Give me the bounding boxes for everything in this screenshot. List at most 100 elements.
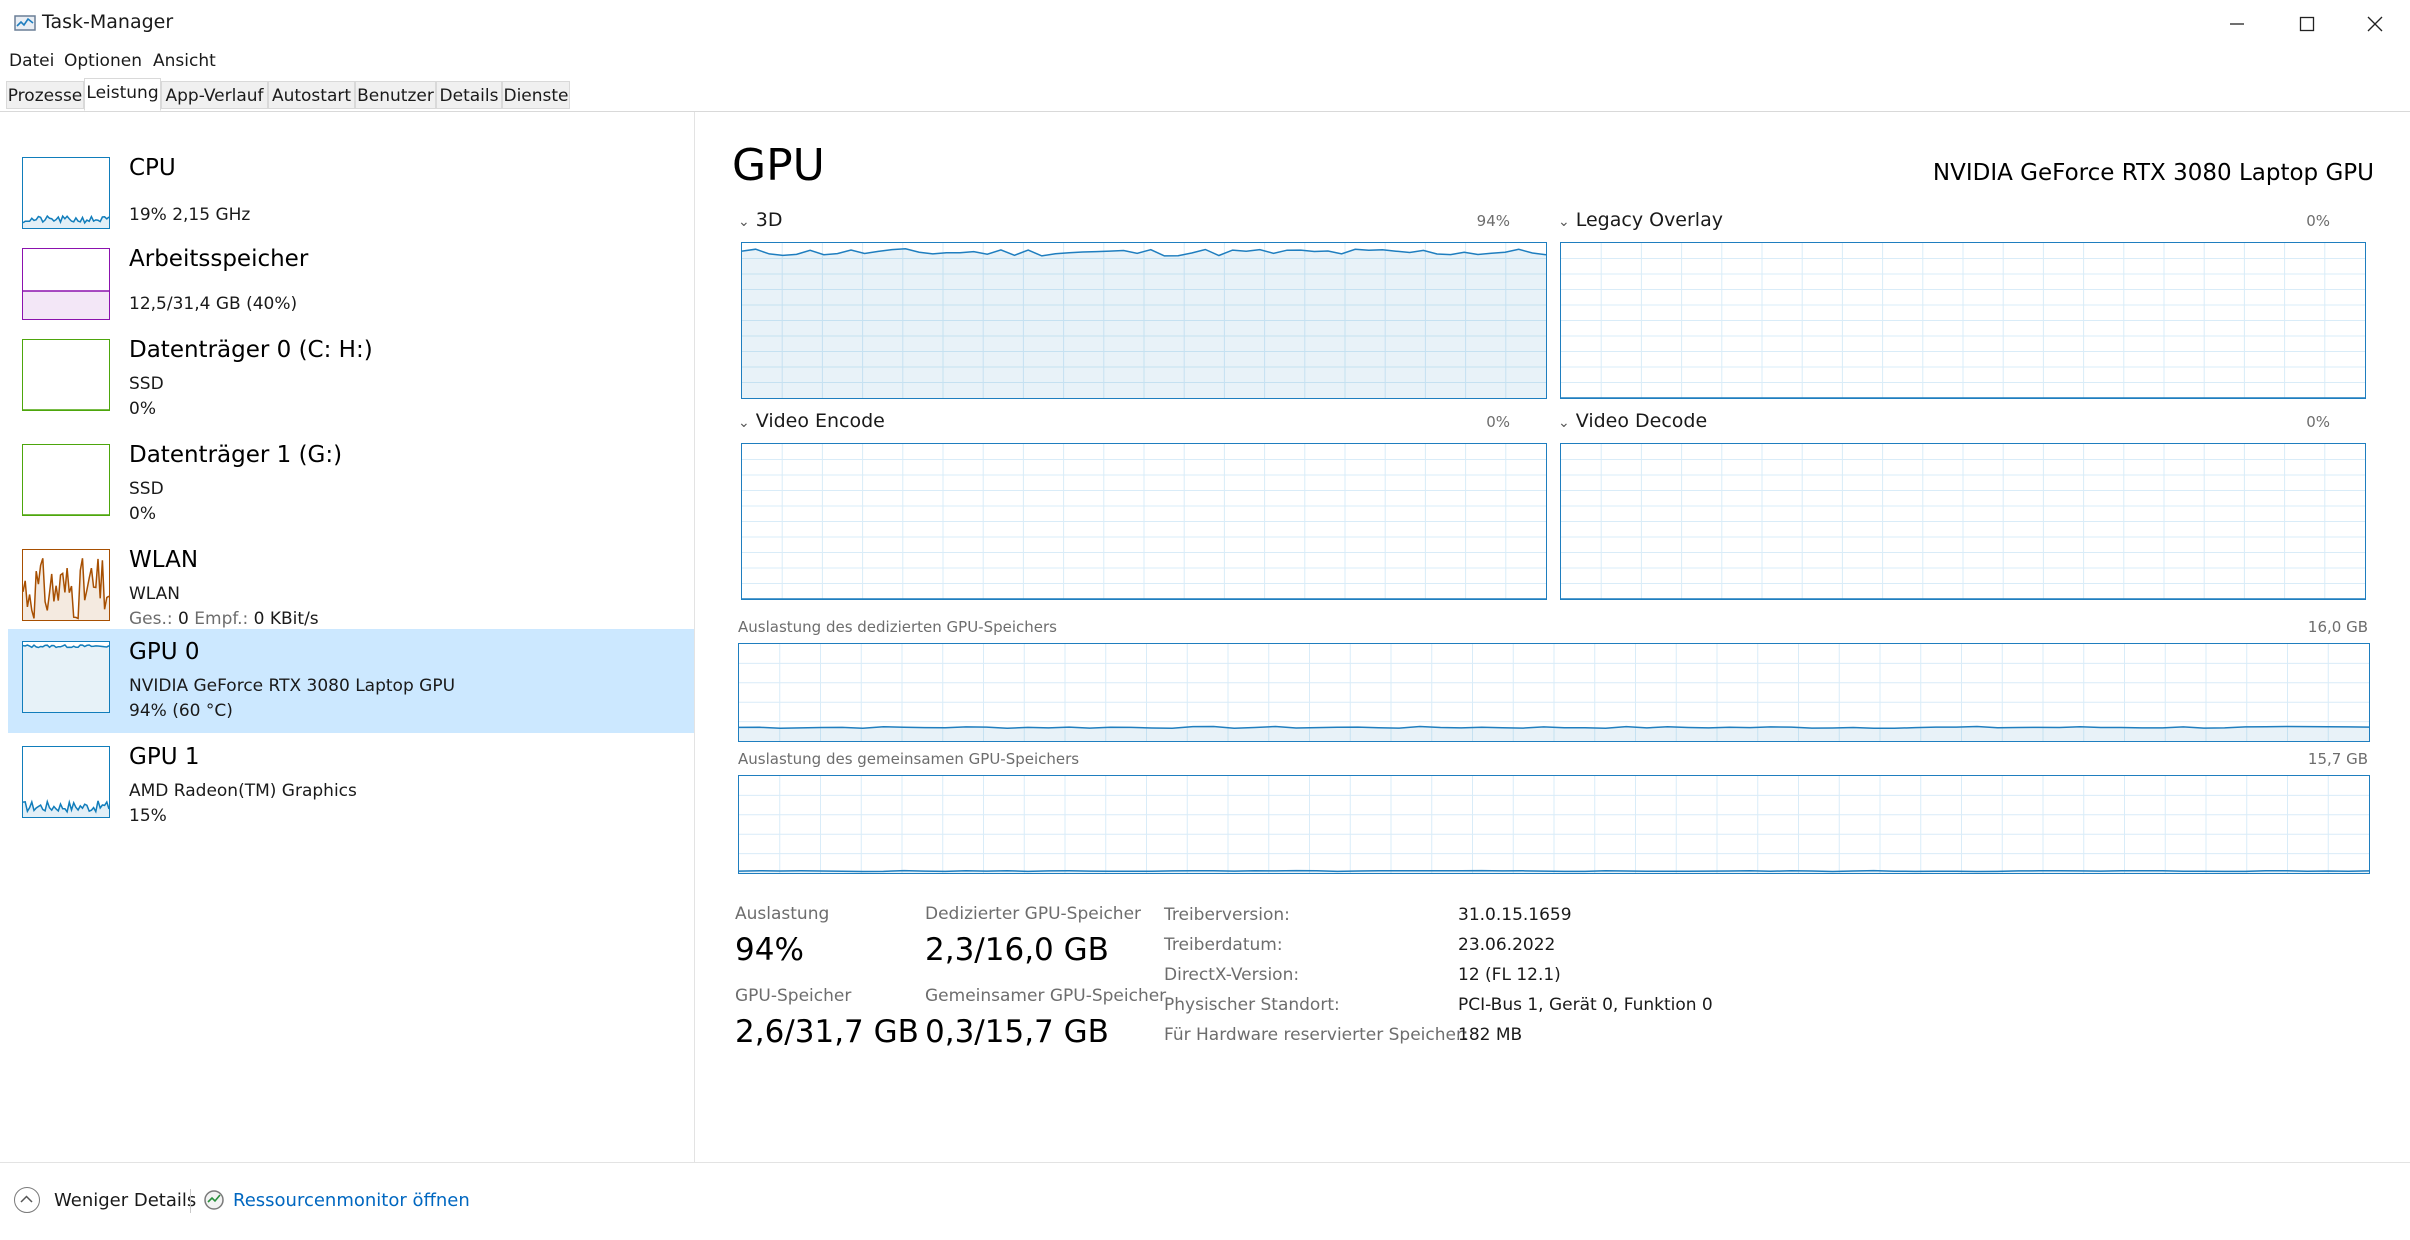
dedicated-memory-stat-label: Dedizierter GPU-Speicher <box>925 904 1142 924</box>
info-value: 182 MB <box>1458 1025 1523 1045</box>
fewer-details-button[interactable]: Weniger Details <box>54 1190 196 1211</box>
shared-memory-stat-label: Gemeinsamer GPU-Speicher <box>925 986 1167 1006</box>
sidebar-item-title: GPU 1 <box>129 744 200 770</box>
gpu-memory-stat-label: GPU-Speicher <box>735 986 852 1006</box>
resource-monitor-icon <box>204 1190 224 1210</box>
info-key: Physischer Standort: <box>1164 995 1340 1015</box>
maximize-icon <box>2299 16 2315 32</box>
tab-benutzer[interactable]: Benutzer <box>355 81 436 109</box>
engine-pct: 94% <box>1476 212 1510 230</box>
disk0-thumbnail-graph <box>22 339 110 411</box>
tab-dienste[interactable]: Dienste <box>502 81 570 109</box>
sidebar-item-usage: 94% (60 °C) <box>129 701 233 721</box>
engine-graph-video-decode <box>1560 443 2366 600</box>
info-key: Für Hardware reservierter Speicher: <box>1164 1025 1469 1045</box>
chevron-down-icon: ⌄ <box>738 415 750 431</box>
tab-bar: Prozesse Leistung App-Verlauf Autostart … <box>0 77 2410 112</box>
engine-name: Video Encode <box>755 410 885 432</box>
gpu1-thumbnail-graph <box>22 746 110 818</box>
sidebar-item-title: WLAN <box>129 547 199 573</box>
tab-autostart[interactable]: Autostart <box>268 81 355 109</box>
chevron-up-icon[interactable] <box>14 1187 40 1213</box>
gpu-memory-stat-value: 2,6/31,7 GB <box>735 1014 919 1050</box>
sidebar-item-title: Datenträger 1 (G:) <box>129 442 343 468</box>
sidebar-item-cpu[interactable]: CPU 19% 2,15 GHz <box>8 145 694 249</box>
page-title: GPU <box>732 140 825 191</box>
sidebar-item-disk-0[interactable]: Datenträger 0 (C: H:) SSD 0% <box>8 327 694 431</box>
engine-3d-area <box>742 248 1546 398</box>
memory-thumb-fill <box>23 291 109 319</box>
tab-prozesse[interactable]: Prozesse <box>6 81 84 109</box>
engine-graph-legacy-overlay <box>1560 242 2366 399</box>
tab-leistung[interactable]: Leistung <box>84 78 161 111</box>
engine-pct: 0% <box>1486 413 1510 431</box>
send-value: 0 <box>178 609 189 629</box>
sidebar-item-detail: SSD <box>129 374 164 394</box>
sidebar-item-detail: SSD <box>129 479 164 499</box>
engine-name: Video Decode <box>1575 410 1708 432</box>
sidebar-item-wlan[interactable]: WLAN WLAN Ges.: 0 Empf.: 0 KBit/s <box>8 537 694 641</box>
memory-thumbnail-graph <box>22 248 110 320</box>
shared-memory-line <box>739 869 2369 873</box>
info-value: 12 (FL 12.1) <box>1458 965 1561 985</box>
window-title: Task-Manager <box>42 11 174 33</box>
sidebar-item-usage: 15% <box>129 806 167 826</box>
sidebar-item-title: Arbeitsspeicher <box>129 246 309 272</box>
tab-app-verlauf[interactable]: App-Verlauf <box>161 81 268 109</box>
engine-pct: 0% <box>2306 413 2330 431</box>
engine-graph-video-encode <box>741 443 1547 600</box>
info-key: Treiberversion: <box>1164 905 1290 925</box>
info-key: Treiberdatum: <box>1164 935 1283 955</box>
disk1-thumbnail-graph <box>22 444 110 516</box>
recv-value: 0 KBit/s <box>253 609 319 629</box>
engine-name: Legacy Overlay <box>1575 209 1723 231</box>
sidebar-item-usage: 0% <box>129 399 156 419</box>
engine-selector-video-decode[interactable]: ⌄ Video Decode <box>1558 410 1707 432</box>
title-bar[interactable]: Task-Manager <box>0 0 2410 48</box>
utilization-value: 94% <box>735 932 804 968</box>
engine-selector-3d[interactable]: ⌄ 3D <box>738 209 782 231</box>
send-label: Ges.: <box>129 609 173 629</box>
sidebar-item-detail: 19% 2,15 GHz <box>129 205 251 225</box>
engine-selector-video-encode[interactable]: ⌄ Video Encode <box>738 410 885 432</box>
sidebar-item-title: Datenträger 0 (C: H:) <box>129 337 373 363</box>
sidebar-item-disk-1[interactable]: Datenträger 1 (G:) SSD 0% <box>8 432 694 536</box>
info-value: 31.0.15.1659 <box>1458 905 1572 925</box>
sidebar-item-memory[interactable]: Arbeitsspeicher 12,5/31,4 GB (40%) <box>8 236 694 340</box>
menu-optionen[interactable]: Optionen <box>64 48 142 74</box>
info-key: DirectX-Version: <box>1164 965 1300 985</box>
sidebar-item-detail: NVIDIA GeForce RTX 3080 Laptop GPU <box>129 676 456 696</box>
sidebar-item-detail: 12,5/31,4 GB (40%) <box>129 294 298 314</box>
close-button[interactable] <box>2340 0 2410 48</box>
wlan-thumbnail-graph <box>22 549 110 621</box>
footer-bar: Weniger Details Ressourcenmonitor öffnen <box>0 1162 2410 1240</box>
engine-selector-legacy-overlay[interactable]: ⌄ Legacy Overlay <box>1558 209 1723 231</box>
task-manager-icon <box>14 15 36 31</box>
gpu0-thumb-area <box>23 644 109 712</box>
minimize-icon <box>2230 23 2244 25</box>
sidebar-item-detail: AMD Radeon(TM) Graphics <box>129 781 357 801</box>
maximize-button[interactable] <box>2272 0 2342 48</box>
engine-graph-3d <box>741 242 1547 399</box>
chevron-down-icon: ⌄ <box>1558 415 1570 431</box>
dedicated-memory-area <box>739 726 2369 741</box>
sidebar-item-usage: 0% <box>129 504 156 524</box>
dedicated-memory-label: Auslastung des dedizierten GPU-Speichers <box>738 618 1057 636</box>
sidebar-item-gpu-0[interactable]: GPU 0 NVIDIA GeForce RTX 3080 Laptop GPU… <box>8 629 694 733</box>
chevron-down-icon: ⌄ <box>1558 214 1570 230</box>
menu-datei[interactable]: Datei <box>9 48 54 74</box>
sidebar-item-gpu-1[interactable]: GPU 1 AMD Radeon(TM) Graphics 15% <box>8 734 694 838</box>
shared-memory-max: 15,7 GB <box>2307 750 2368 768</box>
info-value: PCI-Bus 1, Gerät 0, Funktion 0 <box>1458 995 1713 1015</box>
shared-memory-graph <box>738 775 2370 874</box>
dedicated-memory-stat-value: 2,3/16,0 GB <box>925 932 1109 968</box>
minimize-button[interactable] <box>2202 0 2272 48</box>
chevron-down-icon: ⌄ <box>738 214 750 230</box>
resource-monitor-link[interactable]: Ressourcenmonitor öffnen <box>233 1190 470 1211</box>
menu-ansicht[interactable]: Ansicht <box>153 48 216 74</box>
engine-name: 3D <box>755 209 783 231</box>
cpu-thumbnail-graph <box>22 157 110 229</box>
info-value: 23.06.2022 <box>1458 935 1556 955</box>
tab-details[interactable]: Details <box>436 81 502 109</box>
sidebar-item-title: GPU 0 <box>129 639 200 665</box>
